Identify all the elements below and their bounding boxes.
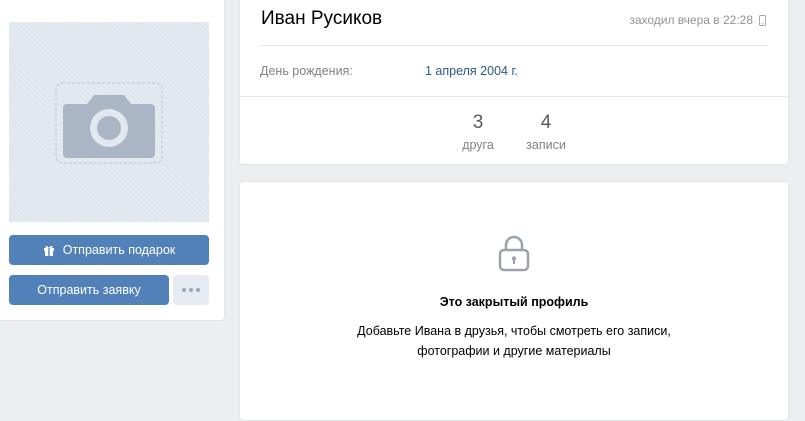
send-friend-request-button[interactable]: Отправить заявку xyxy=(9,275,169,305)
private-desc-line: Добавьте Ивана в друзья, чтобы смотреть … xyxy=(357,324,671,338)
header-divider xyxy=(260,45,768,46)
last-seen-status: заходил вчера в 22:28 xyxy=(629,13,766,27)
profile-sidebar-card: Отправить подарок Отправить заявку xyxy=(0,0,225,321)
private-profile-card: Это закрытый профиль Добавьте Ивана в др… xyxy=(239,181,789,421)
more-dots-icon xyxy=(182,288,200,292)
last-seen-text: заходил вчера в 22:28 xyxy=(629,13,753,27)
counter-friends[interactable]: 3 друга xyxy=(448,112,508,152)
send-gift-button[interactable]: Отправить подарок xyxy=(9,235,209,265)
counter-posts[interactable]: 4 записи xyxy=(516,112,576,152)
send-gift-label: Отправить подарок xyxy=(62,243,176,257)
profile-info-card: Иван Русиков заходил вчера в 22:28 День … xyxy=(239,0,789,165)
counter-value: 3 xyxy=(472,112,484,133)
counters-divider xyxy=(240,96,788,97)
birthday-value-link[interactable]: 1 апреля 2004 г. xyxy=(425,64,518,78)
counter-value: 4 xyxy=(540,112,552,133)
counter-label: записи xyxy=(526,138,566,152)
phone-icon xyxy=(759,14,766,26)
camera-icon xyxy=(55,82,163,164)
private-desc-line: фотографии и другие материалы xyxy=(417,344,611,358)
avatar-placeholder[interactable] xyxy=(9,22,209,222)
profile-name: Иван Русиков xyxy=(261,8,383,29)
private-profile-description: Добавьте Ивана в друзья, чтобы смотреть … xyxy=(240,321,788,361)
private-profile-title: Это закрытый профиль xyxy=(439,295,589,309)
send-request-label: Отправить заявку xyxy=(37,283,141,297)
gift-icon xyxy=(43,245,54,256)
birthday-label: День рождения: xyxy=(260,64,353,78)
counter-label: друга xyxy=(462,138,494,152)
more-actions-button[interactable] xyxy=(173,275,209,305)
lock-icon xyxy=(498,235,530,272)
